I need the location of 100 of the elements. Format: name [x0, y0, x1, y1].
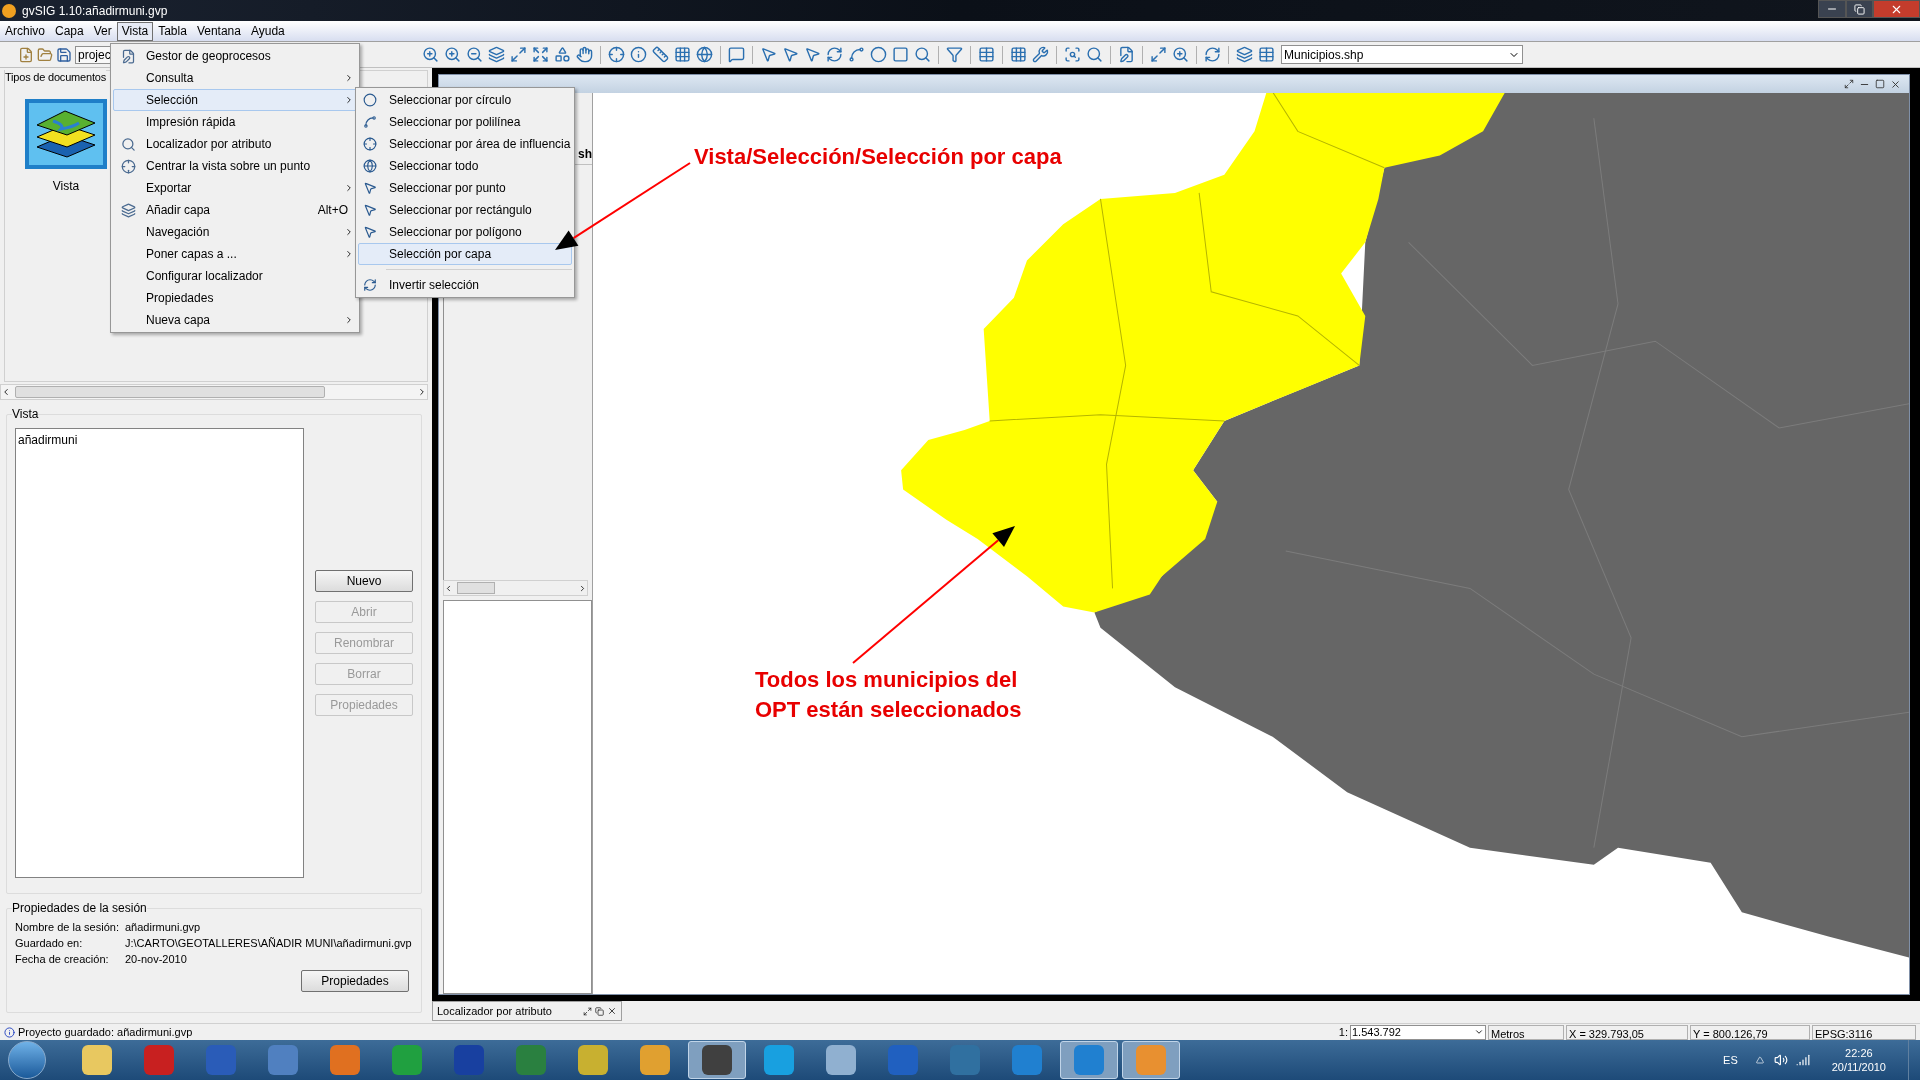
scroll-right-icon[interactable]: [417, 387, 427, 397]
menu-icon: [120, 136, 136, 152]
menu-item[interactable]: Localizador por atributo: [113, 133, 357, 155]
detach-icon[interactable]: [1844, 79, 1854, 89]
new-file-icon[interactable]: [18, 46, 34, 63]
folder-icon[interactable]: [37, 46, 53, 63]
clock-date[interactable]: 20/11/2010: [1831, 1060, 1886, 1074]
wrench-icon[interactable]: [1032, 46, 1049, 63]
horizontal-scrollbar[interactable]: [0, 384, 428, 400]
view-list[interactable]: añadirmuni: [15, 428, 304, 878]
properties-button[interactable]: Propiedades: [301, 970, 409, 992]
layers-icon[interactable]: [1236, 46, 1253, 63]
table-icon[interactable]: [978, 46, 995, 63]
shapes-icon[interactable]: [554, 46, 571, 63]
scroll-left-icon[interactable]: [444, 583, 453, 593]
globe-icon[interactable]: [696, 46, 713, 63]
menu-item[interactable]: Navegación: [113, 221, 357, 243]
grid-icon[interactable]: [674, 46, 691, 63]
menu-item[interactable]: Seleccionar por círculo: [358, 89, 572, 111]
refresh-icon[interactable]: [1204, 46, 1221, 63]
menu-item[interactable]: Seleccionar por rectángulo: [358, 199, 572, 221]
refresh-icon[interactable]: [826, 46, 843, 63]
menu-item[interactable]: Selección: [113, 89, 357, 111]
layer-combo[interactable]: Municipios.shp: [1281, 45, 1523, 64]
menu-item[interactable]: Tabla: [153, 21, 192, 41]
close-icon[interactable]: [1890, 78, 1901, 90]
circle-icon[interactable]: [870, 46, 887, 63]
menu-item[interactable]: Seleccionar por punto: [358, 177, 572, 199]
menu-icon: [363, 93, 377, 107]
scroll-right-icon[interactable]: [578, 583, 587, 593]
search-icon[interactable]: [1086, 46, 1103, 63]
restore-button[interactable]: [1846, 0, 1873, 18]
pencil-file-icon[interactable]: [1118, 46, 1135, 63]
table-icon[interactable]: [1258, 46, 1275, 63]
field-value: J:\CARTO\GEOTALLERES\AÑADIR MUNI\añadirmuni.gvp: [125, 935, 412, 951]
signal-icon[interactable]: [1795, 1053, 1810, 1067]
menu-item[interactable]: Configurar localizador: [113, 265, 357, 287]
map-layers-icon[interactable]: [25, 99, 107, 169]
maximize-icon[interactable]: [1875, 79, 1885, 89]
pointer-icon[interactable]: [804, 46, 821, 63]
menu-item[interactable]: Ventana: [191, 21, 246, 41]
scale-combo[interactable]: 1.543.792: [1350, 1024, 1486, 1040]
menu-item[interactable]: Impresión rápida: [113, 111, 357, 133]
search-icon[interactable]: [1064, 46, 1081, 63]
expand-icon[interactable]: [532, 46, 549, 63]
ruler-icon[interactable]: [652, 46, 669, 63]
menu-item[interactable]: Seleccionar por polilínea: [358, 111, 572, 133]
menu-item[interactable]: Seleccionar por polígono: [358, 221, 572, 243]
pointer-icon[interactable]: [782, 46, 799, 63]
button[interactable]: Nuevo: [315, 570, 413, 592]
minimize-button[interactable]: [1818, 0, 1846, 18]
funnel-icon[interactable]: [946, 46, 963, 63]
taskbar-button[interactable]: [688, 1041, 746, 1079]
info-icon[interactable]: [630, 46, 647, 63]
menu-item[interactable]: Centrar la vista sobre un punto: [113, 155, 357, 177]
menu-item[interactable]: Ver: [88, 21, 117, 41]
layers-icon[interactable]: [488, 46, 505, 63]
expand-icon[interactable]: [510, 46, 527, 63]
polyline-icon[interactable]: [848, 46, 865, 63]
zoom-in-icon[interactable]: [1172, 46, 1189, 63]
language-indicator[interactable]: ES: [1723, 1051, 1738, 1069]
scroll-left-icon[interactable]: [1, 387, 11, 397]
close-icon[interactable]: [607, 1006, 617, 1016]
detach-icon[interactable]: [583, 1006, 592, 1016]
list-item[interactable]: añadirmuni: [18, 431, 301, 449]
locator-tab[interactable]: Localizador por atributo: [432, 1001, 622, 1021]
menu-item[interactable]: Añadir capa Alt+O: [113, 199, 357, 221]
start-button[interactable]: [8, 1041, 46, 1079]
speaker-icon[interactable]: [1773, 1053, 1788, 1067]
zoom-out-icon[interactable]: [466, 46, 483, 63]
zoom-in-icon[interactable]: [422, 46, 439, 63]
menu-item[interactable]: Ayuda: [245, 21, 290, 41]
menu-item[interactable]: Exportar: [113, 177, 357, 199]
hand-icon[interactable]: [576, 46, 593, 63]
menu-item[interactable]: Selección por capa: [358, 243, 572, 265]
menu-item[interactable]: Archivo: [0, 21, 50, 41]
restore-icon[interactable]: [595, 1006, 604, 1016]
pointer-icon[interactable]: [760, 46, 777, 63]
search-icon[interactable]: [914, 46, 931, 63]
app-icon: [392, 1045, 422, 1075]
menu-item[interactable]: Seleccionar todo: [358, 155, 572, 177]
menu-item[interactable]: Propiedades: [113, 287, 357, 309]
expand-icon[interactable]: [1150, 46, 1167, 63]
speech-bubble-icon[interactable]: [728, 46, 745, 63]
menu-item[interactable]: Vista: [116, 21, 154, 41]
menu-item[interactable]: Nueva capa: [113, 309, 357, 331]
square-icon[interactable]: [892, 46, 909, 63]
horizontal-scrollbar[interactable]: [443, 580, 588, 596]
grid-icon[interactable]: [1010, 46, 1027, 63]
menu-item[interactable]: Seleccionar por área de influencia: [358, 133, 572, 155]
save-icon[interactable]: [56, 46, 72, 63]
crosshair-icon[interactable]: [608, 46, 625, 63]
menu-item[interactable]: Capa: [50, 21, 89, 41]
close-button[interactable]: [1873, 0, 1920, 18]
clock-time[interactable]: 22:26: [1845, 1046, 1873, 1060]
menu-item[interactable]: Invertir selección: [358, 274, 572, 296]
show-hidden-icon[interactable]: [1755, 1056, 1764, 1064]
menu-item[interactable]: Consulta: [113, 67, 357, 89]
menu-item[interactable]: Poner capas a ...: [113, 243, 357, 265]
zoom-in-icon[interactable]: [444, 46, 461, 63]
